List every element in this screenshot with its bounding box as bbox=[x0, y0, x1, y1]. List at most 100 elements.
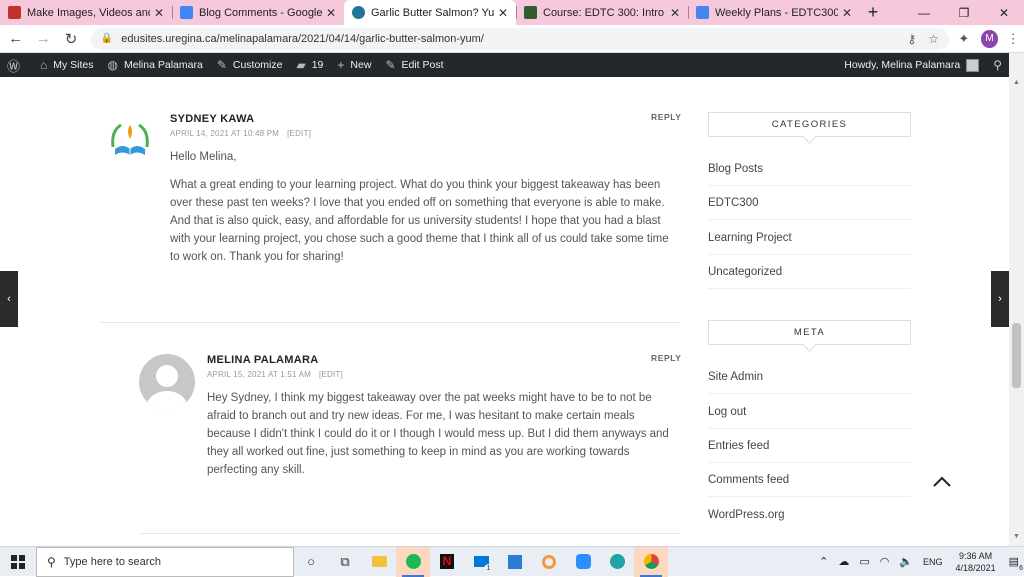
cortana-icon[interactable]: ○ bbox=[294, 547, 328, 577]
zoom-icon[interactable] bbox=[566, 547, 600, 577]
volume-icon[interactable]: 🔈 bbox=[899, 555, 913, 568]
edge-icon[interactable] bbox=[600, 547, 634, 577]
meta-widget-title: META bbox=[708, 320, 911, 345]
meta-link[interactable]: Entries feed bbox=[708, 429, 911, 463]
meta-link[interactable]: WordPress.org bbox=[708, 498, 911, 532]
notification-count: 6 bbox=[1019, 565, 1023, 572]
close-window-icon[interactable]: ✕ bbox=[984, 0, 1024, 25]
reply-button[interactable]: REPLY bbox=[651, 112, 682, 122]
comment-greeting: Hello Melina, bbox=[170, 151, 237, 163]
scroll-up-icon[interactable]: ▲ bbox=[1009, 79, 1024, 86]
browser-tab[interactable]: Course: EDTC 300: Intro to Edu ✕ bbox=[516, 0, 688, 25]
comment-divider bbox=[139, 533, 680, 534]
customize-link[interactable]: ✎ Customize bbox=[210, 53, 290, 77]
language-indicator[interactable]: ENG bbox=[923, 557, 943, 567]
new-tab-button[interactable]: + bbox=[860, 0, 886, 25]
meta-link[interactable]: Log out bbox=[708, 395, 911, 429]
close-tab-icon[interactable]: ✕ bbox=[670, 6, 680, 20]
wordpress-logo-icon[interactable]: Ⓦ bbox=[0, 53, 33, 77]
forward-arrow-icon[interactable]: → bbox=[32, 27, 56, 51]
url-text[interactable]: edusites.uregina.ca/melinapalamara/2021/… bbox=[121, 33, 895, 45]
next-post-arrow-icon[interactable]: › bbox=[991, 271, 1009, 327]
admin-bar-right: Howdy, Melina Palamara ⚲ bbox=[837, 53, 1009, 77]
edit-comment-link[interactable]: [EDIT] bbox=[287, 129, 311, 138]
category-link[interactable]: Learning Project bbox=[708, 221, 911, 255]
calendar-icon[interactable] bbox=[498, 547, 532, 577]
default-user-icon bbox=[147, 365, 187, 410]
profile-avatar[interactable]: M bbox=[980, 29, 999, 48]
category-link[interactable]: EDTC300 bbox=[708, 186, 911, 220]
address-bar[interactable]: 🔒 edusites.uregina.ca/melinapalamara/202… bbox=[90, 27, 949, 50]
scrollbar-thumb[interactable] bbox=[1012, 323, 1021, 388]
comment-date[interactable]: APRIL 14, 2021 AT 10:48 PM bbox=[170, 129, 279, 138]
category-link[interactable]: Uncategorized bbox=[708, 255, 911, 289]
windows-taskbar: ⚲ Type here to search ○ ⧉ N 1 ⌃ ☁ ▭ ◠ 🔈 E… bbox=[0, 546, 1024, 577]
my-sites-link[interactable]: ⌂ My Sites bbox=[33, 53, 101, 77]
google-docs-favicon-icon bbox=[696, 6, 709, 19]
browser-tab-active[interactable]: Garlic Butter Salmon? Yum – M ✕ bbox=[344, 0, 516, 25]
feedback-hub-icon[interactable] bbox=[532, 547, 566, 577]
edit-comment-link[interactable]: [EDIT] bbox=[319, 370, 343, 379]
browser-tab-strip: Make Images, Videos and Web ✕ Blog Commen… bbox=[0, 0, 1024, 25]
lock-icon[interactable]: 🔒 bbox=[101, 33, 113, 44]
show-hidden-icons-chevron-icon[interactable]: ⌃ bbox=[819, 555, 828, 568]
battery-icon[interactable]: ▭ bbox=[859, 555, 869, 568]
wifi-icon[interactable]: ◠ bbox=[880, 555, 890, 568]
site-name-link[interactable]: ◍ Melina Palamara bbox=[101, 53, 210, 77]
edit-post-label: Edit Post bbox=[401, 59, 444, 71]
close-tab-icon[interactable]: ✕ bbox=[326, 6, 336, 20]
mail-icon[interactable]: 1 bbox=[464, 547, 498, 577]
reload-icon[interactable]: ↻ bbox=[59, 27, 83, 51]
scroll-down-icon[interactable]: ▼ bbox=[1009, 533, 1024, 540]
category-link[interactable]: Blog Posts bbox=[708, 152, 911, 186]
file-explorer-icon[interactable] bbox=[362, 547, 396, 577]
back-arrow-icon[interactable]: ← bbox=[4, 27, 28, 51]
chrome-icon[interactable] bbox=[634, 546, 668, 577]
minimize-icon[interactable]: — bbox=[904, 0, 944, 25]
netflix-icon[interactable]: N bbox=[430, 547, 464, 577]
page-scrollbar[interactable]: ▲ ▼ bbox=[1009, 53, 1024, 546]
close-tab-icon[interactable]: ✕ bbox=[842, 6, 852, 20]
previous-post-arrow-icon[interactable]: ‹ bbox=[0, 271, 18, 327]
plus-icon: + bbox=[337, 58, 345, 72]
wordpress-favicon-icon bbox=[352, 6, 365, 19]
mail-badge: 1 bbox=[484, 563, 493, 573]
comment-bubble-icon: ▰ bbox=[296, 58, 306, 72]
clock[interactable]: 9:36 AM 4/18/2021 bbox=[956, 550, 996, 574]
meta-link[interactable]: Site Admin bbox=[708, 360, 911, 394]
bookmark-star-icon[interactable]: ☆ bbox=[928, 32, 939, 46]
system-tray: ⌃ ☁ ▭ ◠ 🔈 ENG 9:36 AM 4/18/2021 ▤ 6 bbox=[814, 547, 1024, 577]
taskbar-search-input[interactable]: ⚲ Type here to search bbox=[36, 546, 294, 577]
comments-count: 19 bbox=[311, 59, 324, 71]
tab-title: Make Images, Videos and Web bbox=[27, 6, 150, 19]
extensions-puzzle-icon[interactable]: ✦ bbox=[953, 28, 975, 50]
tab-title: Blog Comments - Google Docs bbox=[199, 6, 322, 19]
back-to-top-chevron-icon[interactable] bbox=[931, 471, 953, 493]
reply-button[interactable]: REPLY bbox=[651, 353, 682, 363]
edit-post-link[interactable]: ✎ Edit Post bbox=[378, 53, 450, 77]
close-tab-icon[interactable]: ✕ bbox=[498, 6, 508, 20]
search-icon[interactable]: ⚲ bbox=[986, 53, 1009, 77]
my-sites-label: My Sites bbox=[53, 59, 94, 71]
task-view-icon[interactable]: ⧉ bbox=[328, 547, 362, 577]
account-menu[interactable]: Howdy, Melina Palamara bbox=[837, 53, 986, 77]
comment-date[interactable]: APRIL 15, 2021 AT 1:51 AM bbox=[207, 370, 311, 379]
windows-start-icon[interactable] bbox=[0, 547, 36, 577]
menu-kebab-icon[interactable]: ⋮ bbox=[1002, 28, 1024, 50]
key-icon[interactable]: ⚷ bbox=[907, 32, 916, 46]
spotify-icon[interactable] bbox=[396, 546, 430, 577]
close-tab-icon[interactable]: ✕ bbox=[154, 6, 164, 20]
new-content-link[interactable]: + New bbox=[330, 53, 378, 77]
onedrive-icon[interactable]: ☁ bbox=[838, 555, 849, 568]
comments-link[interactable]: ▰ 19 bbox=[289, 53, 330, 77]
browser-tab[interactable]: Blog Comments - Google Docs ✕ bbox=[172, 0, 344, 25]
browser-tab[interactable]: Make Images, Videos and Web ✕ bbox=[0, 0, 172, 25]
browser-tab[interactable]: Weekly Plans - EDTC300 - Win ✕ bbox=[688, 0, 860, 25]
meta-link[interactable]: Comments feed bbox=[708, 463, 911, 497]
notification-center-icon[interactable]: ▤ 6 bbox=[1009, 555, 1023, 572]
restore-icon[interactable]: ❐ bbox=[944, 0, 984, 25]
comment-meta: APRIL 15, 2021 AT 1:51 AM [EDIT] bbox=[207, 370, 680, 379]
clock-time: 9:36 AM bbox=[959, 550, 993, 561]
pencil-icon: ✎ bbox=[385, 58, 396, 72]
categories-widget-title: CATEGORIES bbox=[708, 112, 911, 137]
